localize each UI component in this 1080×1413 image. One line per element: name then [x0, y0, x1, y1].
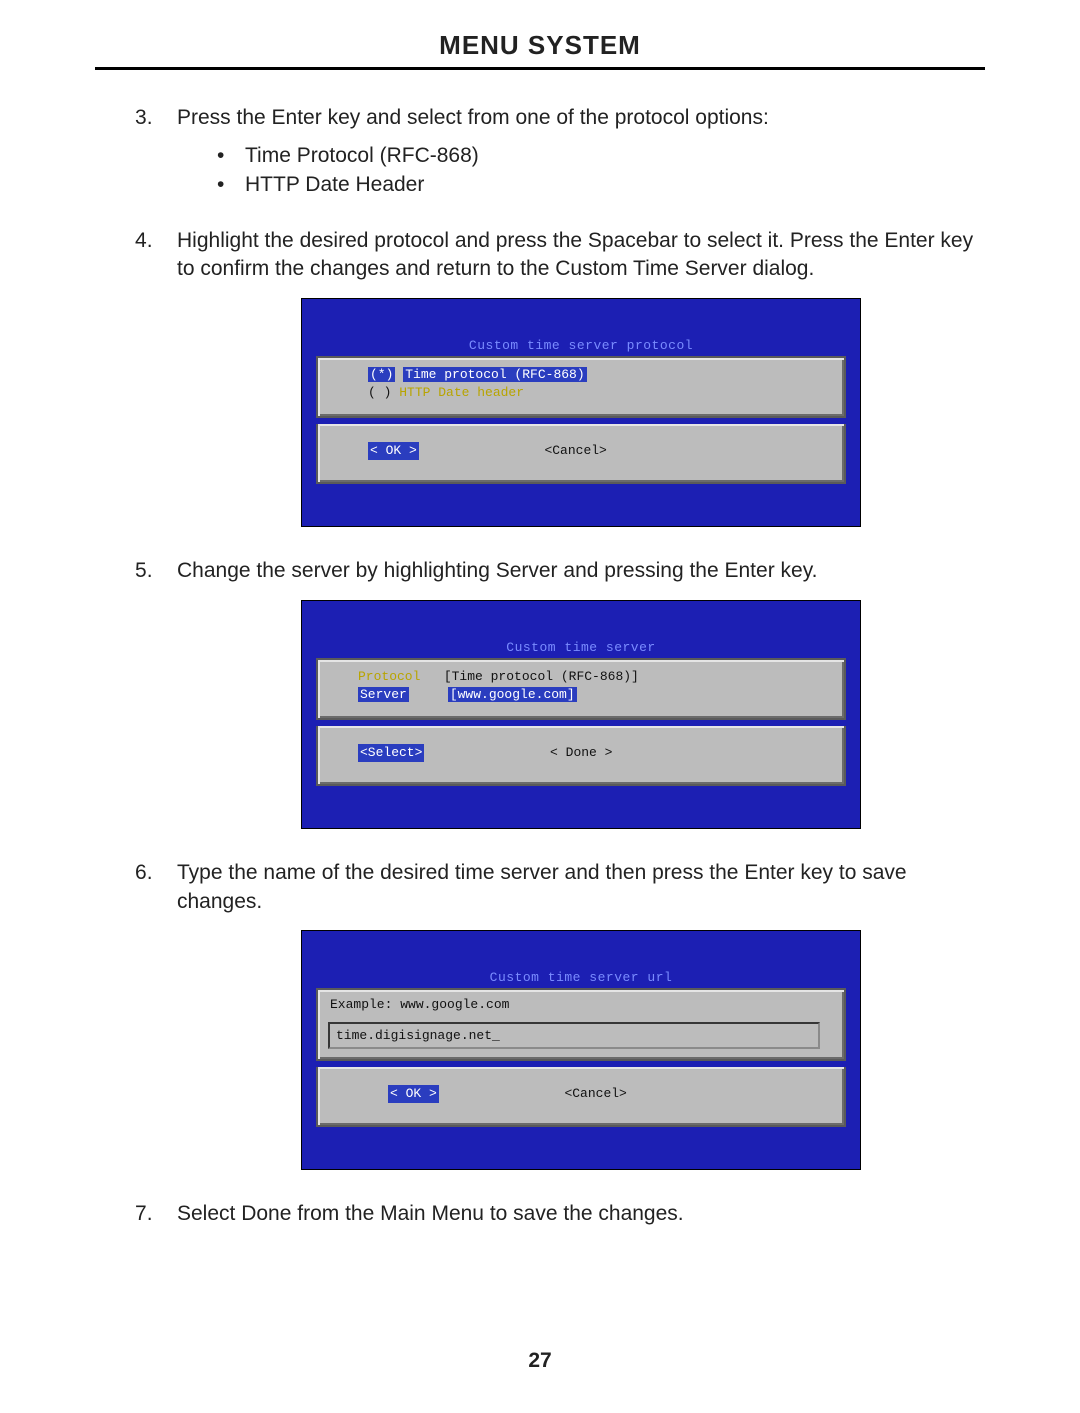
step-6: Type the name of the desired time server…	[135, 859, 985, 1170]
dialog-button-panel: <Select> < Done >	[316, 726, 846, 786]
label-protocol: Protocol	[358, 669, 420, 684]
cancel-button[interactable]: <Cancel>	[544, 442, 606, 460]
step-5: Change the server by highlighting Server…	[135, 557, 985, 829]
title-rule	[95, 67, 985, 70]
value-server[interactable]: [www.google.com]	[448, 687, 577, 702]
radio-unselected-mark[interactable]: ( )	[368, 385, 391, 400]
radio-option-time-protocol[interactable]: Time protocol (RFC-868)	[403, 367, 586, 382]
dialog-title: Custom time server	[316, 639, 846, 657]
header: MENU SYSTEM	[95, 30, 985, 61]
radio-option-http-date[interactable]: HTTP Date header	[399, 385, 524, 400]
step-5-text: Change the server by highlighting Server…	[177, 559, 817, 582]
example-text: Example: www.google.com	[330, 996, 834, 1014]
page-title: MENU SYSTEM	[439, 30, 641, 61]
document-page: MENU SYSTEM Press the Enter key and sele…	[0, 0, 1080, 1413]
bullet-http-date: HTTP Date Header	[217, 171, 985, 199]
cancel-button[interactable]: <Cancel>	[564, 1085, 626, 1103]
ok-button[interactable]: < OK >	[388, 1085, 439, 1103]
step-7: Select Done from the Main Menu to save t…	[135, 1200, 985, 1228]
server-url-input[interactable]: time.digisignage.net_	[328, 1022, 820, 1050]
page-number: 27	[95, 1349, 985, 1373]
screenshot-server-dialog: Custom time server Protocol [Time protoc…	[301, 600, 861, 830]
screenshot-url-dialog: Custom time server url Example: www.goog…	[301, 930, 861, 1171]
step-3-text: Press the Enter key and select from one …	[177, 106, 769, 129]
steps-list: Press the Enter key and select from one …	[135, 104, 985, 1229]
step-4-text: Highlight the desired protocol and press…	[177, 229, 973, 280]
step-7-text: Select Done from the Main Menu to save t…	[177, 1202, 684, 1225]
screenshot-protocol-dialog: Custom time server protocol (*) Time pro…	[301, 298, 861, 528]
step-6-text: Type the name of the desired time server…	[177, 861, 907, 912]
dialog-button-panel: < OK > <Cancel>	[316, 424, 846, 484]
dialog-content-panel: (*) Time protocol (RFC-868) ( ) HTTP Dat…	[316, 356, 846, 418]
bullet-time-protocol: Time Protocol (RFC-868)	[217, 142, 985, 170]
value-protocol[interactable]: [Time protocol (RFC-868)]	[444, 669, 639, 684]
select-button[interactable]: <Select>	[358, 744, 424, 762]
dialog-title: Custom time server protocol	[316, 337, 846, 355]
done-button[interactable]: < Done >	[550, 744, 612, 762]
label-server[interactable]: Server	[358, 687, 409, 702]
radio-selected-mark[interactable]: (*)	[368, 367, 395, 382]
step-3-bullets: Time Protocol (RFC-868) HTTP Date Header	[217, 142, 985, 199]
ok-button[interactable]: < OK >	[368, 442, 419, 460]
step-4: Highlight the desired protocol and press…	[135, 227, 985, 527]
dialog-content-panel: Protocol [Time protocol (RFC-868)] Serve…	[316, 658, 846, 720]
dialog-title: Custom time server url	[316, 969, 846, 987]
dialog-content-panel: Example: www.google.com time.digisignage…	[316, 988, 846, 1061]
dialog-button-panel: < OK > <Cancel>	[316, 1067, 846, 1127]
step-3: Press the Enter key and select from one …	[135, 104, 985, 199]
